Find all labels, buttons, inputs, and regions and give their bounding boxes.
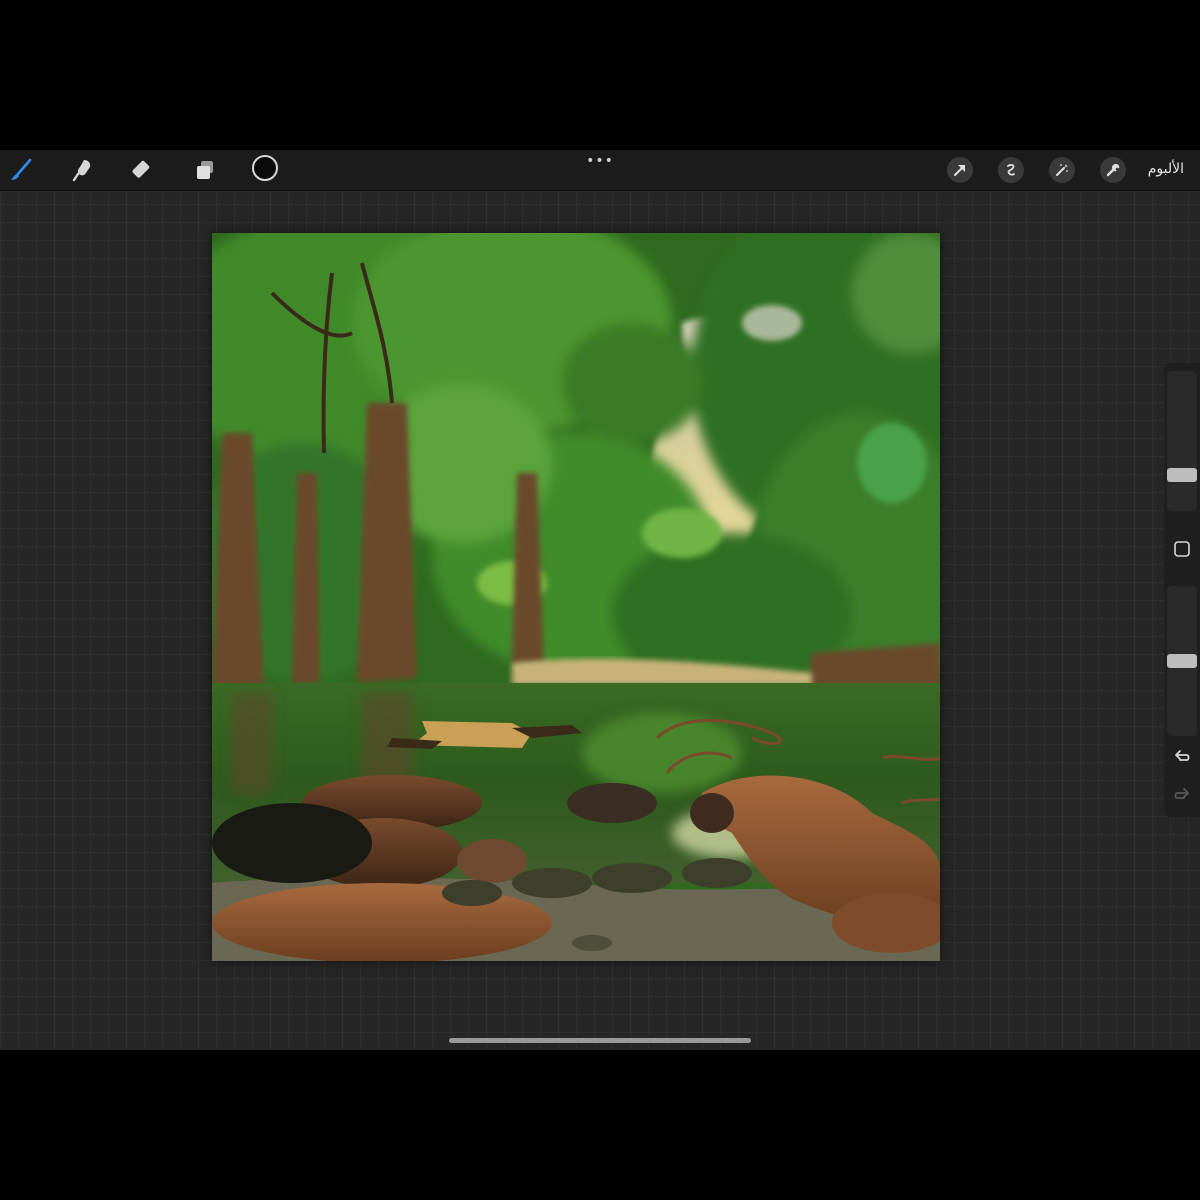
redo-button[interactable] [1172,784,1192,804]
undo-icon [1175,750,1190,761]
opacity-slider[interactable] [1167,586,1197,736]
adjustments-wand-icon [1056,164,1068,176]
undo-button[interactable] [1172,746,1192,766]
transform-arrow-icon [954,165,965,176]
more-dots-icon[interactable]: ••• [585,154,615,168]
modify-button[interactable] [1173,540,1191,558]
smudge-tool-button[interactable] [67,156,97,184]
smudge-icon [72,160,91,182]
home-indicator [449,1038,751,1043]
procreate-screen: ••• الألبوم [0,150,1200,1050]
actions-wrench-icon [1106,163,1120,177]
sidebar [1164,363,1200,817]
redo-icon [1174,788,1189,799]
selection-button[interactable] [998,157,1024,183]
color-picker-button[interactable] [252,155,278,181]
eraser-tool-button[interactable] [128,156,158,184]
modify-square-icon [1174,541,1190,557]
opacity-thumb[interactable] [1167,654,1197,668]
painting-canvas[interactable] [212,233,940,961]
selection-icon [1007,164,1015,176]
layers-tool-button[interactable] [190,156,220,184]
brush-tool-button[interactable] [6,156,36,184]
top-toolbar: ••• الألبوم [0,150,1200,191]
eraser-icon [132,160,150,178]
actions-button[interactable] [1100,157,1126,183]
layers-icon [197,161,213,179]
transform-button[interactable] [947,157,973,183]
gallery-button[interactable]: الألبوم [1148,159,1184,179]
brush-size-slider[interactable] [1167,371,1197,511]
brush-size-thumb[interactable] [1167,468,1197,482]
forest-river-painting [212,233,940,961]
brush-icon [11,158,32,180]
adjustments-button[interactable] [1049,157,1075,183]
